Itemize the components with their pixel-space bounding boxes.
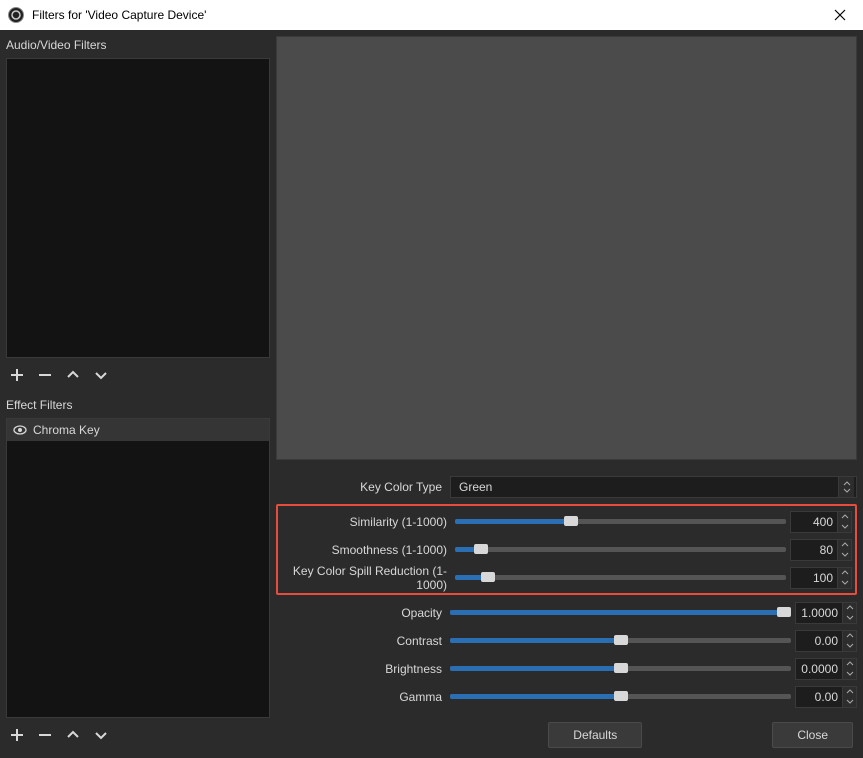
smoothness-spinbox[interactable]: 80 (790, 539, 852, 561)
similarity-slider[interactable] (455, 519, 786, 524)
similarity-label: Similarity (1-1000) (281, 515, 449, 529)
titlebar: Filters for 'Video Capture Device' (0, 0, 863, 30)
highlighted-settings-group: Similarity (1-1000) 400 Smoothness (1-1 (276, 504, 857, 595)
close-button[interactable]: Close (772, 722, 853, 748)
gamma-slider[interactable] (450, 694, 791, 699)
smoothness-label: Smoothness (1-1000) (281, 543, 449, 557)
key-color-type-label: Key Color Type (276, 480, 444, 494)
smoothness-slider[interactable] (455, 547, 786, 552)
opacity-spinbox[interactable]: 1.0000 (795, 602, 857, 624)
spill-slider[interactable] (455, 575, 786, 580)
spinner-icon[interactable] (842, 631, 856, 651)
opacity-label: Opacity (276, 606, 444, 620)
spinner-icon[interactable] (842, 687, 856, 707)
smoothness-value: 80 (791, 543, 837, 557)
contrast-spinbox[interactable]: 0.00 (795, 630, 857, 652)
spinner-icon[interactable] (837, 512, 851, 532)
gamma-label: Gamma (276, 690, 444, 704)
add-filter-button[interactable] (8, 366, 26, 384)
spinner-icon[interactable] (837, 568, 851, 588)
obs-logo-icon (8, 7, 24, 23)
av-filters-toolbar (6, 362, 270, 392)
remove-effect-filter-button[interactable] (36, 726, 54, 744)
brightness-spinbox[interactable]: 0.0000 (795, 658, 857, 680)
opacity-value: 1.0000 (796, 606, 842, 620)
add-effect-filter-button[interactable] (8, 726, 26, 744)
brightness-label: Brightness (276, 662, 444, 676)
gamma-value: 0.00 (796, 690, 842, 704)
effect-filters-toolbar (6, 722, 270, 752)
spinner-icon[interactable] (842, 659, 856, 679)
effect-filter-name: Chroma Key (33, 423, 100, 437)
key-color-type-value: Green (459, 480, 492, 494)
audio-video-filters-list[interactable] (6, 58, 270, 358)
filter-settings: Key Color Type Green Similarity (1-1000) (276, 466, 857, 752)
defaults-button[interactable]: Defaults (548, 722, 642, 748)
window-close-button[interactable] (825, 0, 855, 30)
move-effect-up-button[interactable] (64, 726, 82, 744)
spill-value: 100 (791, 571, 837, 585)
effect-filters-list[interactable]: Chroma Key (6, 418, 270, 718)
gamma-spinbox[interactable]: 0.00 (795, 686, 857, 708)
opacity-slider[interactable] (450, 610, 791, 615)
spinner-icon[interactable] (837, 540, 851, 560)
contrast-label: Contrast (276, 634, 444, 648)
contrast-value: 0.00 (796, 634, 842, 648)
move-up-button[interactable] (64, 366, 82, 384)
move-down-button[interactable] (92, 366, 110, 384)
similarity-spinbox[interactable]: 400 (790, 511, 852, 533)
brightness-slider[interactable] (450, 666, 791, 671)
effect-filters-label: Effect Filters (6, 396, 270, 414)
move-effect-down-button[interactable] (92, 726, 110, 744)
remove-filter-button[interactable] (36, 366, 54, 384)
contrast-slider[interactable] (450, 638, 791, 643)
similarity-value: 400 (791, 515, 837, 529)
effect-filter-item[interactable]: Chroma Key (7, 419, 269, 441)
spill-spinbox[interactable]: 100 (790, 567, 852, 589)
spill-label: Key Color Spill Reduction (1-1000) (281, 564, 449, 592)
key-color-type-dropdown[interactable]: Green (450, 476, 857, 498)
audio-video-filters-label: Audio/Video Filters (6, 36, 270, 54)
filter-preview (276, 36, 857, 460)
visibility-icon[interactable] (13, 423, 27, 437)
dropdown-arrows-icon (838, 477, 854, 497)
spinner-icon[interactable] (842, 603, 856, 623)
window-title: Filters for 'Video Capture Device' (32, 8, 825, 22)
brightness-value: 0.0000 (796, 662, 842, 676)
